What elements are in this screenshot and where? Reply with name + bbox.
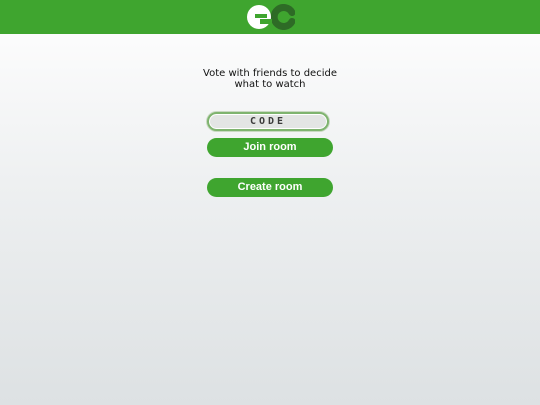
tagline: Vote with friends to decide what to watc… [203,68,337,90]
room-code-input[interactable] [207,112,329,131]
top-bar [0,0,540,34]
join-room-button[interactable]: Join room [207,138,333,157]
create-room-button[interactable]: Create room [207,178,333,197]
ec-logo-icon [247,4,295,30]
